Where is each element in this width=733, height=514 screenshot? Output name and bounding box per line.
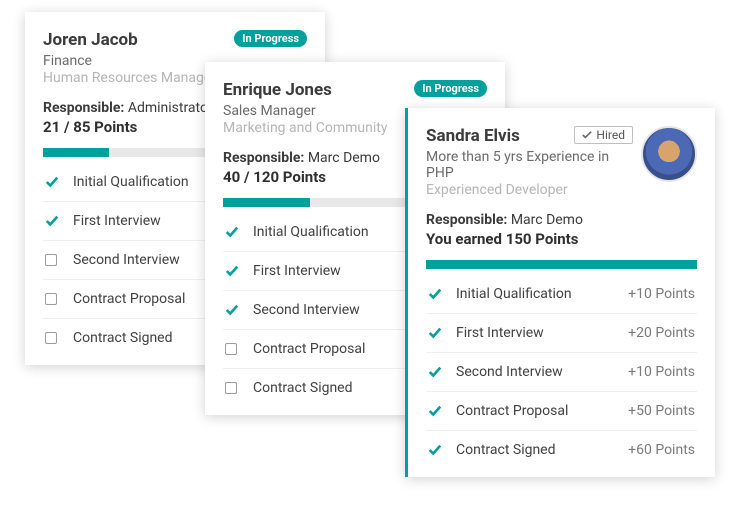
progress-fill (223, 198, 310, 207)
check-icon (428, 365, 442, 379)
stage-points: +10 Points (628, 364, 695, 380)
stage-label: First Interview (456, 325, 628, 341)
stage-points: +60 Points (628, 442, 695, 458)
status-badge: In Progress (234, 30, 307, 47)
status-badge: In Progress (414, 80, 487, 97)
check-icon (428, 287, 442, 301)
stage-list: Initial Qualification+10 PointsFirst Int… (426, 275, 697, 469)
stage-label: Initial Qualification (456, 286, 628, 302)
status-badge: Hired (574, 126, 633, 144)
candidate-role: Human Resources Manager (43, 70, 216, 86)
progress-fill (43, 148, 109, 157)
stage-row[interactable]: Contract Signed+60 Points (426, 430, 697, 469)
score-text: You earned 150 Points (426, 230, 633, 248)
check-icon (428, 443, 442, 457)
check-icon (582, 130, 592, 140)
candidate-dept: Sales Manager (223, 103, 387, 119)
stage-points: +10 Points (628, 286, 695, 302)
stage-row[interactable]: Contract Proposal+50 Points (426, 391, 697, 430)
stage-points: +50 Points (628, 403, 695, 419)
stage-label: Contract Signed (456, 442, 628, 458)
check-icon (428, 404, 442, 418)
check-icon (225, 264, 239, 278)
candidate-dept: More than 5 yrs Experience in PHP (426, 149, 633, 181)
candidate-role: Experienced Developer (426, 182, 633, 198)
stage-label: Contract Proposal (456, 403, 628, 419)
candidate-name: Sandra Elvis (426, 126, 520, 146)
checkbox-icon (225, 343, 237, 355)
responsible-line: Responsible: Marc Demo (426, 212, 633, 228)
avatar (641, 126, 697, 182)
checkbox-icon (225, 382, 237, 394)
progress-fill (426, 260, 697, 269)
checkbox-icon (45, 254, 57, 266)
stage-points: +20 Points (628, 325, 695, 341)
check-icon (428, 326, 442, 340)
checkbox-icon (45, 293, 57, 305)
checkbox-icon (45, 332, 57, 344)
stage-row[interactable]: Second Interview+10 Points (426, 352, 697, 391)
check-icon (45, 214, 59, 228)
check-icon (225, 225, 239, 239)
stage-label: Second Interview (456, 364, 628, 380)
candidate-card[interactable]: Sandra Elvis Hired More than 5 yrs Exper… (405, 108, 715, 477)
candidate-name: Joren Jacob (43, 30, 216, 50)
stage-row[interactable]: Initial Qualification+10 Points (426, 275, 697, 313)
progress-bar (426, 260, 697, 269)
check-icon (225, 303, 239, 317)
candidate-dept: Finance (43, 53, 216, 69)
stage-row[interactable]: First Interview+20 Points (426, 313, 697, 352)
candidate-role: Marketing and Community (223, 120, 387, 136)
check-icon (45, 175, 59, 189)
candidate-name: Enrique Jones (223, 80, 387, 100)
